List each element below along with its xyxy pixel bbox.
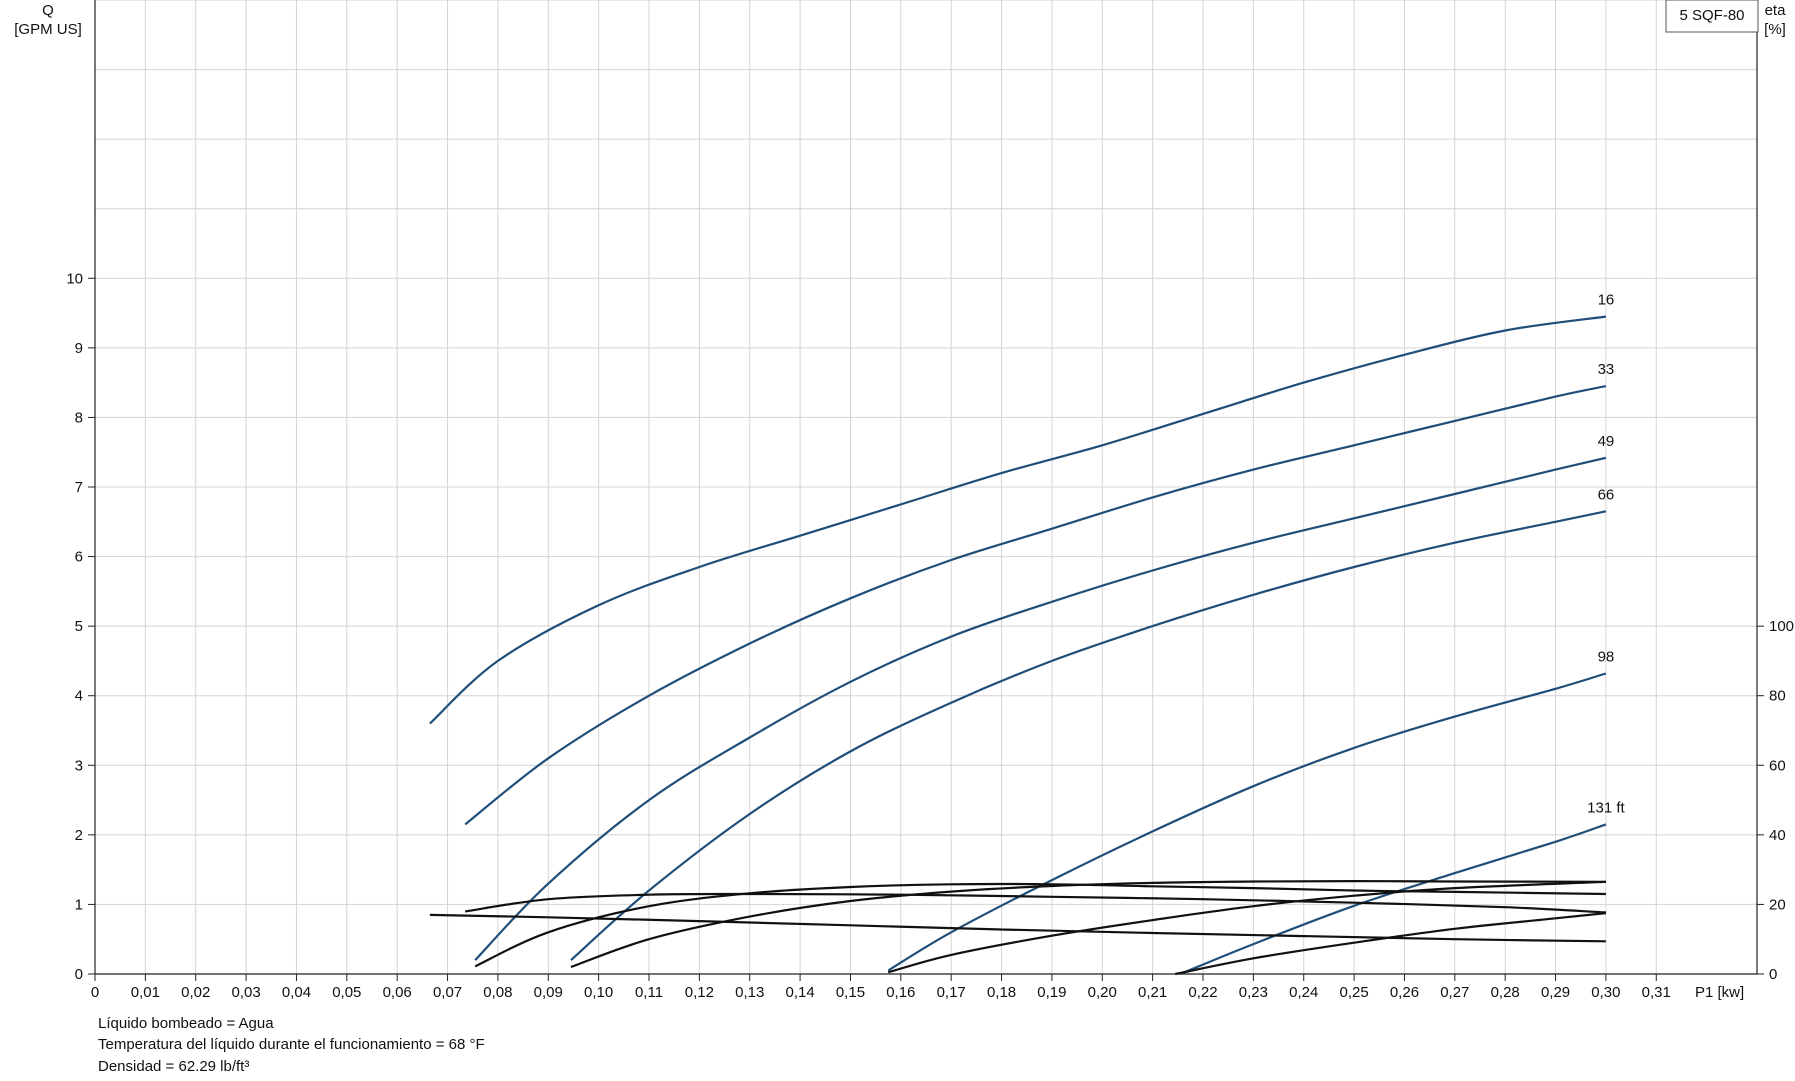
curve-label-49: 49 [1598,433,1615,450]
x-tick-label: 0 [91,984,99,1001]
curve-label-98: 98 [1598,648,1615,665]
y-left-tick-label: 8 [75,409,83,426]
curve-label-33: 33 [1598,361,1615,378]
y-right-tick-label: 80 [1769,688,1786,705]
y-left-tick-label: 2 [75,827,83,844]
flow-curves [429,315,1607,976]
y-left-tick-label: 9 [75,340,83,357]
x-tick-label: 0,12 [685,984,714,1001]
y-right-tick-label: 20 [1769,896,1786,913]
x-axis-title: P1 [kw] [1695,984,1744,1001]
y-right-tick-label: 0 [1769,966,1777,983]
y-left-tick-label: 7 [75,479,83,496]
x-tick-label: 0,02 [181,984,210,1001]
flow-curve-33 [464,385,1607,826]
x-tick-label: 0,15 [836,984,865,1001]
x-tick-label: 0,27 [1440,984,1469,1001]
y-right-tick-label: 40 [1769,827,1786,844]
y-right-tick-label: 60 [1769,757,1786,774]
x-tick-label: 0,13 [735,984,764,1001]
x-tick-label: 0,25 [1339,984,1368,1001]
efficiency-curve-131-ft [1175,912,1607,976]
chart-grid [95,0,1757,974]
x-tick-label: 0,14 [785,984,814,1001]
y-left-tick-label: 5 [75,618,83,635]
model-legend-label: 5 SQF-80 [1679,7,1744,24]
x-tick-label: 0,01 [131,984,160,1001]
x-tick-label: 0,16 [886,984,915,1001]
x-tick-label: 0,11 [635,984,663,1001]
y-left-tick-label: 4 [75,688,83,705]
flow-curve-98 [887,672,1607,972]
note-liquid: Líquido bombeado = Agua [98,1015,274,1032]
y-left-tick-label: 0 [75,966,83,983]
x-tick-label: 0,19 [1037,984,1066,1001]
x-tick-label: 0,28 [1491,984,1520,1001]
curve-label-16: 16 [1598,292,1615,309]
curve-label-131-ft: 131 ft [1587,799,1625,816]
chart-axes [88,0,1764,981]
x-tick-label: 0,04 [282,984,311,1001]
x-tick-label: 0,09 [534,984,563,1001]
x-tick-label: 0,20 [1088,984,1117,1001]
tick-labels: 0 0,01 0,02 0,03 0,04 0,05 0,06 0,07 0,08 0,09 0,1… [66,270,1794,1001]
y-right-tick-label: 100 [1769,618,1794,635]
x-tick-label: 0,31 [1642,984,1671,1001]
x-tick-label: 0,08 [483,984,512,1001]
x-tick-label: 0,10 [584,984,613,1001]
x-tick-label: 0,30 [1591,984,1620,1001]
x-tick-label: 0,24 [1289,984,1318,1001]
x-tick-label: 0,18 [987,984,1016,1001]
note-temperature: Temperatura del líquido durante el funci… [98,1036,485,1053]
x-tick-label: 0,21 [1138,984,1167,1001]
x-tick-label: 0,07 [433,984,462,1001]
x-tick-label: 0,17 [937,984,966,1001]
y-left-axis-title-line2: [GPM US] [14,21,82,38]
y-left-axis-title-line1: Q [42,2,54,19]
y-left-tick-label: 3 [75,757,83,774]
y-left-tick-label: 6 [75,549,83,566]
curve-label-66: 66 [1598,486,1615,503]
y-left-tick-label: 1 [75,896,83,913]
y-left-tick-label: 10 [66,270,83,287]
x-tick-label: 0,03 [231,984,260,1001]
x-tick-label: 0,23 [1239,984,1268,1001]
pump-performance-chart: 1633496698131 ft 0 0,01 0,02 0,03 0,04 0,05 0,… [14,0,1794,1001]
x-tick-label: 0,29 [1541,984,1570,1001]
x-tick-label: 0,06 [383,984,412,1001]
x-tick-label: 0,22 [1188,984,1217,1001]
y-right-axis-title-line1: eta [1765,2,1787,19]
y-right-axis-title-line2: [%] [1764,21,1786,38]
x-tick-label: 0,26 [1390,984,1419,1001]
flow-curve-16 [429,315,1607,725]
x-tick-label: 0,05 [332,984,361,1001]
model-legend-box: 5 SQF-80 [1665,0,1759,33]
note-density: Densidad = 62.29 lb/ft³ [98,1058,250,1075]
